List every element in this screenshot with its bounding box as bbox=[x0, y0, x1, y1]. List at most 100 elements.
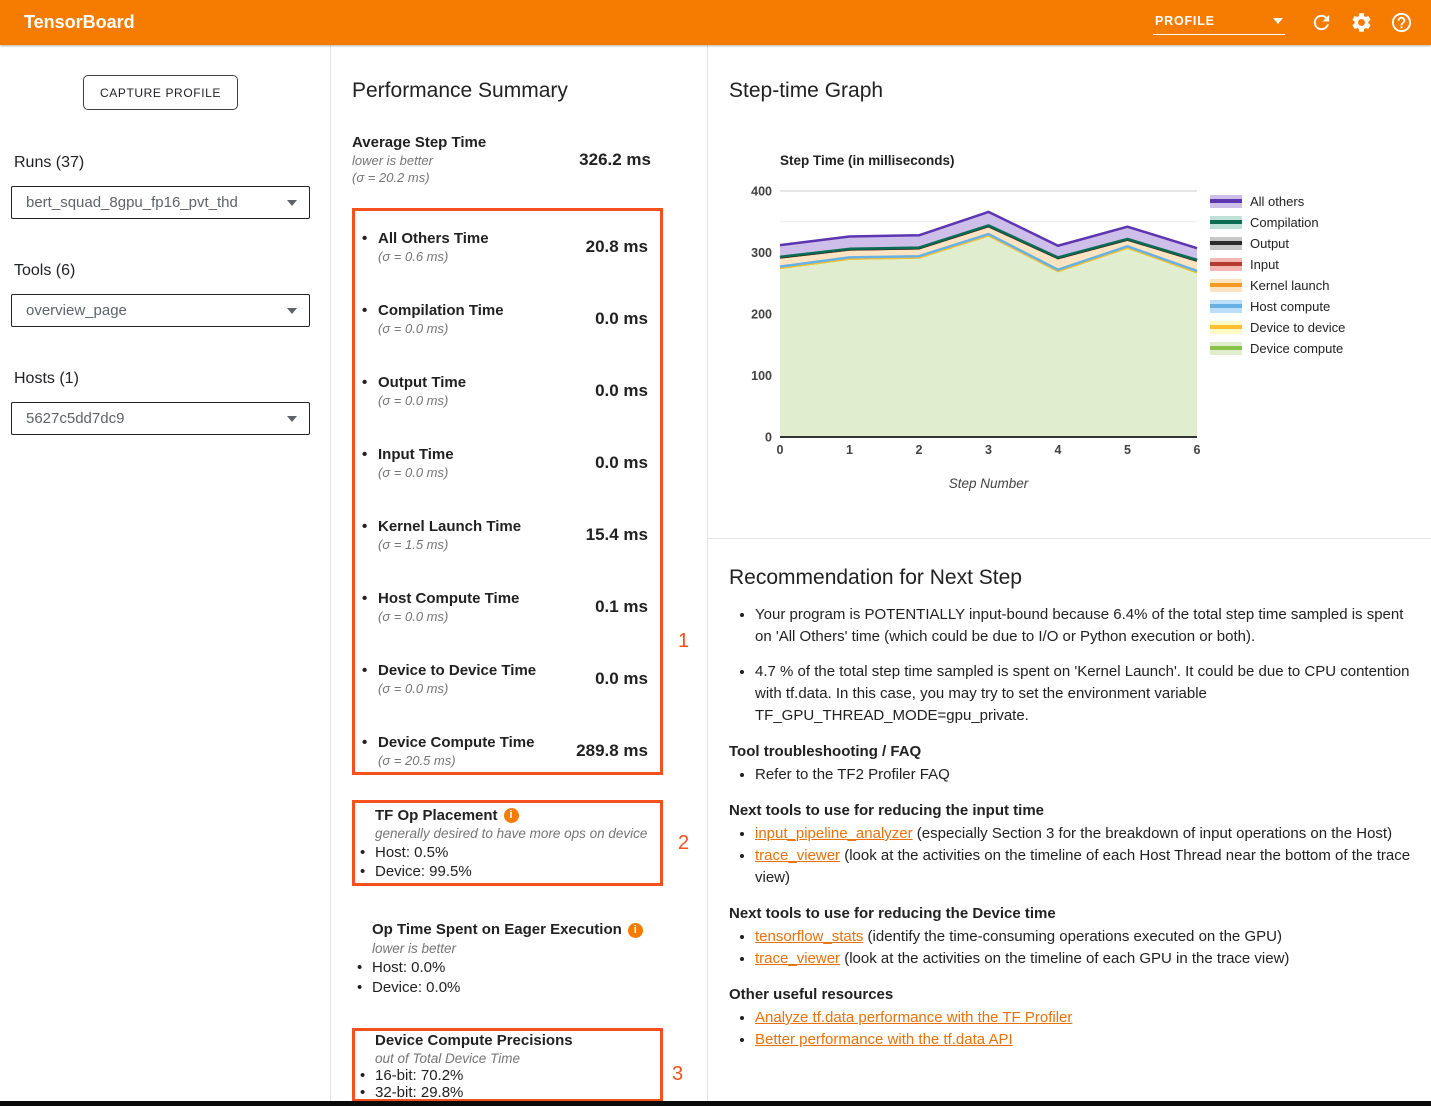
tf-op-placement-subtitle: generally desired to have more ops on de… bbox=[375, 825, 660, 843]
tool-link[interactable]: Analyze tf.data performance with the TF … bbox=[755, 1009, 1072, 1026]
metric-label: Compilation Time bbox=[378, 301, 504, 320]
legend-label: Device to device bbox=[1250, 320, 1345, 335]
sidebar: CAPTURE PROFILE Runs (37) bert_squad_8gp… bbox=[0, 45, 331, 1106]
metric-sigma: (σ = 0.0 ms) bbox=[378, 320, 504, 337]
metric-row: Device to Device Time(σ = 0.0 ms)0.0 ms bbox=[355, 658, 660, 699]
recommendation-item-text: (look at the activities on the timeline … bbox=[755, 847, 1410, 886]
metric-value: 326.2 ms bbox=[579, 150, 663, 170]
y-tick-label: 200 bbox=[751, 308, 772, 322]
tool-link[interactable]: trace_viewer bbox=[755, 847, 840, 864]
recommendation-item: Analyze tf.data performance with the TF … bbox=[755, 1007, 1417, 1029]
tool-link[interactable]: Better performance with the tf.data API bbox=[755, 1031, 1013, 1048]
metric-label: Kernel Launch Time bbox=[378, 517, 521, 536]
chevron-down-icon bbox=[287, 416, 297, 422]
tools-label: Tools (6) bbox=[14, 262, 75, 280]
tools-select[interactable]: overview_page bbox=[11, 294, 310, 327]
refresh-icon bbox=[1310, 11, 1333, 34]
metric-subtitle: lower is better bbox=[352, 152, 486, 169]
list-item: 16-bit: 70.2% bbox=[355, 1067, 660, 1084]
x-axis-title: Step Number bbox=[780, 476, 1197, 491]
legend-item: Kernel launch bbox=[1210, 275, 1345, 296]
legend-label: All others bbox=[1250, 194, 1304, 209]
list-item: 32-bit: 29.8% bbox=[355, 1084, 660, 1101]
performance-summary-panel: Performance Summary Average Step Time lo… bbox=[331, 45, 708, 1106]
metric-row: Host Compute Time(σ = 0.0 ms) 0.1 ms bbox=[355, 586, 660, 627]
help-button[interactable] bbox=[1381, 3, 1421, 43]
metric-value: 289.8 ms bbox=[576, 741, 660, 761]
list-item: Device: 99.5% bbox=[355, 862, 660, 881]
tool-link[interactable]: tensorflow_stats bbox=[755, 928, 863, 945]
settings-button[interactable] bbox=[1341, 3, 1381, 43]
chevron-down-icon bbox=[287, 308, 297, 314]
legend-swatch-icon bbox=[1210, 237, 1242, 250]
legend-item: Output bbox=[1210, 233, 1345, 254]
compute-precisions-annotation-box: Device Compute Precisions out of Total D… bbox=[352, 1028, 663, 1102]
bullet-icon bbox=[362, 373, 378, 392]
hosts-label: Hosts (1) bbox=[14, 370, 79, 388]
legend-label: Host compute bbox=[1250, 299, 1330, 314]
metric-label: Output Time bbox=[378, 373, 466, 392]
y-tick-label: 400 bbox=[751, 185, 772, 199]
info-icon[interactable] bbox=[504, 808, 519, 823]
metric-label: Input Time bbox=[378, 445, 454, 464]
recommendation-bullet: 4.7 % of the total step time sampled is … bbox=[755, 661, 1410, 727]
x-tick-label: 6 bbox=[1194, 443, 1201, 457]
metric-row: Kernel Launch Time(σ = 1.5 ms)15.4 ms bbox=[355, 514, 660, 555]
info-icon[interactable] bbox=[628, 923, 643, 938]
metric-sigma: (σ = 0.0 ms) bbox=[378, 608, 519, 625]
tf-op-placement-annotation-box: TF Op Placement generally desired to hav… bbox=[352, 800, 663, 886]
recommendation-bullets: Your program is POTENTIALLY input-bound … bbox=[729, 604, 1410, 727]
legend-swatch-icon bbox=[1210, 216, 1242, 229]
runs-select-value: bert_squad_8gpu_fp16_pvt_thd bbox=[26, 194, 238, 211]
runs-select[interactable]: bert_squad_8gpu_fp16_pvt_thd bbox=[11, 186, 310, 219]
step-time-graph-card: Step-time Graph Step Time (in millisecon… bbox=[708, 45, 1431, 538]
refresh-button[interactable] bbox=[1301, 3, 1341, 43]
metric-sigma: (σ = 1.5 ms) bbox=[378, 536, 521, 553]
compute-precisions-list: 16-bit: 70.2%32-bit: 29.8% bbox=[355, 1067, 660, 1101]
chevron-down-icon bbox=[287, 200, 297, 206]
eager-execution-block: Op Time Spent on Eager Execution lower i… bbox=[352, 920, 663, 997]
tool-link[interactable]: trace_viewer bbox=[755, 950, 840, 967]
recommendation-section-heading: Next tools to use for reducing the input… bbox=[729, 802, 1431, 819]
x-tick-label: 5 bbox=[1124, 443, 1131, 457]
dashboard-select[interactable]: PROFILE bbox=[1153, 10, 1285, 35]
eager-execution-title: Op Time Spent on Eager Execution bbox=[372, 920, 622, 940]
metric-sigma: (σ = 20.2 ms) bbox=[352, 169, 486, 186]
hosts-select[interactable]: 5627c5dd7dc9 bbox=[11, 402, 310, 435]
x-tick-label: 1 bbox=[846, 443, 853, 457]
legend-swatch-icon bbox=[1210, 195, 1242, 208]
legend-swatch-icon bbox=[1210, 342, 1242, 355]
capture-profile-button[interactable]: CAPTURE PROFILE bbox=[83, 75, 238, 110]
step-breakdown-annotation-box: All Others Time(σ = 0.6 ms)20.8 msCompil… bbox=[352, 208, 663, 775]
annotation-2: 2 bbox=[678, 832, 689, 855]
recommendation-section-list: input_pipeline_analyzer (especially Sect… bbox=[729, 823, 1417, 889]
step-time-chart: 40030020010000123456 bbox=[744, 183, 1207, 465]
tf-op-placement-list: Host: 0.5%Device: 99.5% bbox=[355, 843, 660, 881]
recommendation-item-text: (look at the activities on the timeline … bbox=[840, 950, 1289, 967]
metric-row: Compilation Time(σ = 0.0 ms)0.0 ms bbox=[355, 298, 660, 339]
legend-item: Host compute bbox=[1210, 296, 1345, 317]
recommendation-item-text: Refer to the TF2 Profiler FAQ bbox=[755, 766, 950, 783]
metric-value: 0.1 ms bbox=[595, 597, 660, 617]
recommendation-item: input_pipeline_analyzer (especially Sect… bbox=[755, 823, 1417, 845]
compute-precisions-subtitle: out of Total Device Time bbox=[375, 1050, 660, 1067]
tool-link[interactable]: input_pipeline_analyzer bbox=[755, 825, 913, 842]
legend-swatch-icon bbox=[1210, 300, 1242, 313]
compute-precisions-title: Device Compute Precisions bbox=[375, 1032, 573, 1050]
tf-op-placement-title: TF Op Placement bbox=[375, 806, 498, 825]
hosts-select-value: 5627c5dd7dc9 bbox=[26, 410, 124, 427]
runs-label: Runs (37) bbox=[14, 154, 84, 172]
bullet-icon bbox=[362, 589, 378, 608]
eager-execution-subtitle: lower is better bbox=[372, 940, 663, 958]
recommendation-section-heading: Tool troubleshooting / FAQ bbox=[729, 743, 1431, 760]
metric-sigma: (σ = 20.5 ms) bbox=[378, 752, 534, 769]
x-tick-label: 4 bbox=[1055, 443, 1062, 457]
x-tick-label: 3 bbox=[985, 443, 992, 457]
average-step-time-row: Average Step Time lower is better (σ = 2… bbox=[352, 133, 663, 186]
recommendation-bullet: Your program is POTENTIALLY input-bound … bbox=[755, 604, 1410, 648]
metric-label: Host Compute Time bbox=[378, 589, 519, 608]
x-tick-label: 0 bbox=[777, 443, 784, 457]
bottom-edge-strip bbox=[0, 1101, 1431, 1106]
recommendation-sections: Tool troubleshooting / FAQ Refer to the T… bbox=[729, 743, 1431, 1051]
legend-swatch-icon bbox=[1210, 321, 1242, 334]
